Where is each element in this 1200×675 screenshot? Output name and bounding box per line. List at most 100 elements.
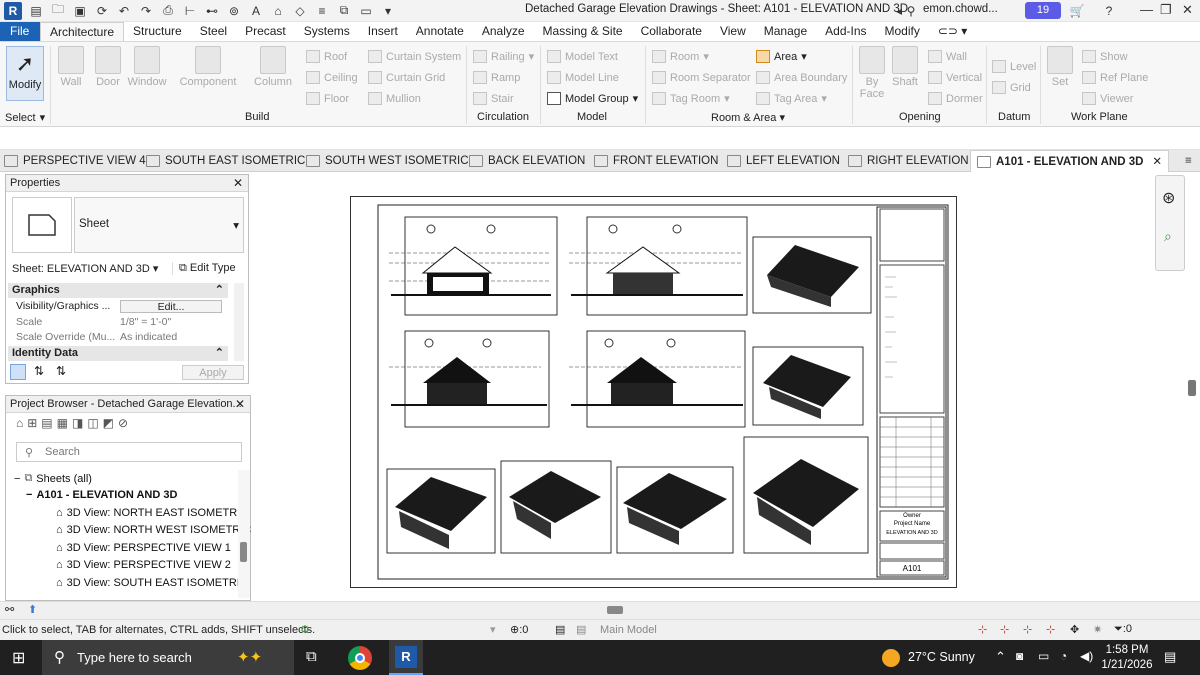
scrollbar-thumb[interactable] bbox=[240, 542, 247, 562]
close-tab-icon[interactable]: ✕ bbox=[1152, 151, 1162, 173]
shaft-button[interactable]: Shaft bbox=[890, 46, 920, 88]
edit-type-button[interactable]: ⧉ Edit Type bbox=[172, 261, 236, 275]
wall-button[interactable]: Wall bbox=[56, 46, 86, 88]
menu-modify[interactable]: Modify bbox=[876, 22, 929, 41]
select-face-icon[interactable]: ⊹ bbox=[1046, 623, 1055, 636]
viewer-button[interactable]: Viewer bbox=[1082, 92, 1133, 105]
pin-icon[interactable]: ⬆ bbox=[28, 603, 37, 616]
folder-icon[interactable]: 🗀 bbox=[49, 2, 67, 19]
identity-section[interactable]: Identity Data ⌃ bbox=[8, 346, 228, 361]
menu-collaborate[interactable]: Collaborate bbox=[632, 22, 711, 41]
column-button[interactable]: Column bbox=[253, 46, 293, 88]
redo-icon[interactable]: ↷ bbox=[137, 3, 155, 19]
ref-plane-button[interactable]: Ref Plane bbox=[1082, 71, 1148, 84]
area-button[interactable]: Area ▾ bbox=[756, 50, 807, 63]
tag-area-button[interactable]: Tag Area ▾ bbox=[756, 92, 827, 105]
menu-view[interactable]: View bbox=[711, 22, 755, 41]
thin-lines-icon[interactable]: ≡ bbox=[313, 3, 331, 19]
curtain-grid-button[interactable]: Curtain Grid bbox=[368, 71, 445, 84]
3d-view-icon[interactable]: ⌂ bbox=[269, 3, 287, 19]
by-face-button[interactable]: By Face bbox=[858, 46, 886, 100]
tabs-overflow-icon[interactable]: ≡ bbox=[1185, 150, 1192, 172]
browser-scrollbar[interactable] bbox=[238, 470, 250, 598]
tab-south-west-isometric[interactable]: SOUTH WEST ISOMETRIC bbox=[306, 150, 469, 172]
chevron-up-icon[interactable]: ⌃ bbox=[995, 649, 1006, 665]
apply-button[interactable]: Apply bbox=[182, 365, 244, 380]
properties-scrollbar[interactable] bbox=[234, 283, 244, 361]
ramp-button[interactable]: Ramp bbox=[473, 71, 520, 84]
tab-left-elevation[interactable]: LEFT ELEVATION bbox=[727, 150, 840, 172]
menu-analyze[interactable]: Analyze bbox=[473, 22, 534, 41]
revit-taskbar-button[interactable]: R bbox=[389, 640, 423, 675]
menu-addins[interactable]: Add-Ins bbox=[816, 22, 875, 41]
model-text-button[interactable]: Model Text bbox=[547, 50, 618, 63]
vg-edit-button[interactable]: Edit... bbox=[120, 300, 222, 313]
close-hidden-icon[interactable]: ⧉ bbox=[335, 3, 353, 19]
camera-icon[interactable]: ◙ bbox=[1016, 649, 1023, 663]
ribbon-options-icon[interactable]: ⊂⊃ ▾ bbox=[929, 22, 976, 41]
tree-view-item[interactable]: ⌂ 3D View: NORTH EAST ISOMETRIC bbox=[56, 507, 248, 519]
text-icon[interactable]: A bbox=[247, 3, 265, 19]
select-links-icon[interactable]: ⊹ bbox=[978, 623, 987, 636]
model-group-button[interactable]: Model Group ▾ bbox=[547, 92, 638, 105]
roof-button[interactable]: Roof bbox=[306, 50, 347, 63]
door-button[interactable]: Door bbox=[93, 46, 123, 88]
floor-button[interactable]: Floor bbox=[306, 92, 349, 105]
set-workplane-button[interactable]: Set bbox=[1046, 46, 1074, 88]
weather-text[interactable]: 27°C Sunny bbox=[908, 650, 975, 664]
close-icon[interactable]: ✕ bbox=[233, 175, 243, 192]
select-dropdown[interactable]: Select ▾ bbox=[5, 111, 45, 125]
browser-toolbar[interactable]: ⌂⊞▤▦◨◫◩⊘ bbox=[16, 416, 132, 430]
clock-date[interactable]: 1/21/2026 bbox=[1100, 659, 1154, 671]
close-icon[interactable]: ✕ bbox=[1182, 2, 1193, 18]
tag-room-button[interactable]: Tag Room ▾ bbox=[652, 92, 730, 105]
menu-file[interactable]: File bbox=[0, 22, 40, 41]
print-icon[interactable]: ⎙ bbox=[159, 3, 177, 19]
modify-button[interactable]: ➚ Modify bbox=[6, 46, 44, 101]
wall-opening-button[interactable]: Wall bbox=[928, 50, 967, 63]
open-icon[interactable]: ▤ bbox=[27, 3, 45, 19]
help-icon[interactable]: ? bbox=[1100, 3, 1118, 19]
stair-button[interactable]: Stair bbox=[473, 92, 514, 105]
menu-precast[interactable]: Precast bbox=[236, 22, 295, 41]
room-button[interactable]: Room ▾ bbox=[652, 50, 709, 63]
sort-icon[interactable] bbox=[10, 364, 26, 380]
railing-button[interactable]: Railing ▾ bbox=[473, 50, 534, 63]
section-icon[interactable]: ◇ bbox=[291, 3, 309, 19]
notification-center-icon[interactable]: ▤ bbox=[1164, 649, 1176, 665]
weather-icon[interactable] bbox=[882, 649, 900, 667]
user-account[interactable]: emon.chowd... bbox=[923, 3, 998, 15]
window-button[interactable]: Window bbox=[126, 46, 168, 88]
component-button[interactable]: Component bbox=[178, 46, 238, 88]
menu-structure[interactable]: Structure bbox=[124, 22, 191, 41]
drag-elements-icon[interactable]: ✥ bbox=[1070, 623, 1079, 636]
tree-view-item[interactable]: ⌂ 3D View: NORTH WEST ISOMETRIC bbox=[56, 524, 251, 536]
menu-steel[interactable]: Steel bbox=[191, 22, 236, 41]
menu-annotate[interactable]: Annotate bbox=[407, 22, 473, 41]
steering-wheel-icon[interactable]: ⊛ bbox=[1162, 188, 1175, 208]
menu-insert[interactable]: Insert bbox=[359, 22, 407, 41]
show-workplane-button[interactable]: Show bbox=[1082, 50, 1128, 63]
tag-icon[interactable]: ⊚ bbox=[225, 3, 243, 19]
tab-front-elevation[interactable]: FRONT ELEVATION bbox=[594, 150, 718, 172]
sort-asc-icon[interactable]: ⇅ bbox=[34, 364, 44, 378]
select-pinned-icon[interactable]: ⊹ bbox=[1023, 623, 1032, 636]
grid-button[interactable]: Grid bbox=[992, 81, 1031, 94]
ceiling-button[interactable]: Ceiling bbox=[306, 71, 358, 84]
workset-icon[interactable]: ⚙ bbox=[300, 623, 310, 636]
task-view-icon[interactable]: ⧉ bbox=[306, 648, 317, 665]
zoom-icon[interactable]: ⌕ bbox=[1164, 228, 1172, 245]
filter-dropdown-icon[interactable]: ▾ bbox=[490, 623, 496, 636]
restore-icon[interactable]: ❐ bbox=[1160, 2, 1172, 18]
sync-icon[interactable]: ⟳ bbox=[93, 3, 111, 19]
search-help-icon[interactable]: ⚲ bbox=[902, 3, 920, 19]
taskbar-search[interactable]: ⚲ Type here to search ✦✦ bbox=[42, 640, 294, 675]
graphics-section[interactable]: Graphics ⌃ bbox=[8, 283, 228, 298]
menu-systems[interactable]: Systems bbox=[295, 22, 359, 41]
type-selector[interactable]: Sheet ▾ bbox=[74, 197, 244, 253]
close-icon[interactable]: ✕ bbox=[235, 396, 245, 413]
tab-a101-sheet[interactable]: A101 - ELEVATION AND 3D ✕ bbox=[970, 150, 1170, 173]
menu-manage[interactable]: Manage bbox=[755, 22, 816, 41]
tree-a101[interactable]: − A101 - ELEVATION AND 3D bbox=[26, 489, 177, 501]
curtain-system-button[interactable]: Curtain System bbox=[368, 50, 461, 63]
